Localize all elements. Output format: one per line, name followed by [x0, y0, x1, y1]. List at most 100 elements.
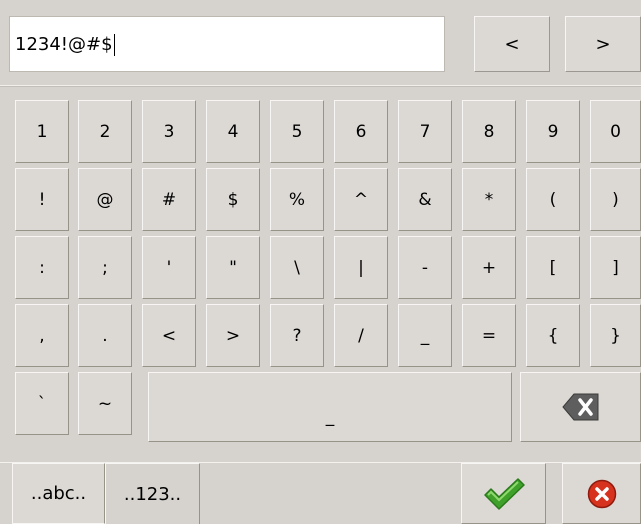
key-r3-c4[interactable]: "	[206, 236, 260, 299]
key-r1-c4[interactable]: 4	[206, 100, 260, 163]
text-input-value: 1234!@#$	[15, 34, 113, 55]
key-r3-c8[interactable]: +	[462, 236, 516, 299]
key-r4-c3[interactable]: <	[142, 304, 196, 367]
key-label: -	[421, 257, 429, 278]
key-r4-c4[interactable]: >	[206, 304, 260, 367]
key-r2-c2[interactable]: @	[78, 168, 132, 231]
cancel-icon	[587, 479, 616, 508]
key-label: #	[161, 189, 177, 210]
cancel-button[interactable]	[562, 463, 641, 524]
key-label: !	[38, 189, 46, 210]
key-label: %	[288, 189, 306, 210]
tab-123[interactable]: ..123..	[105, 463, 200, 524]
key-r3-c3[interactable]: '	[142, 236, 196, 299]
text-input[interactable]: 1234!@#$	[9, 16, 445, 72]
key-r2-c9[interactable]: (	[526, 168, 580, 231]
text-caret	[113, 34, 115, 56]
key-r2-c6[interactable]: ^	[334, 168, 388, 231]
key-r2-c4[interactable]: $	[206, 168, 260, 231]
key-label: .	[102, 325, 108, 346]
key-r2-c10[interactable]: )	[590, 168, 641, 231]
key-r4-c1[interactable]: ,	[15, 304, 69, 367]
key-label: "	[229, 257, 237, 278]
key-label: 9	[547, 121, 559, 142]
key-label: *	[484, 189, 494, 210]
key-label: &	[418, 189, 432, 210]
key-backtick[interactable]: `	[15, 372, 69, 435]
key-label: $	[227, 189, 239, 210]
key-label: 7	[419, 121, 431, 142]
backspace-key[interactable]	[520, 372, 641, 442]
key-label: '	[166, 257, 172, 278]
tab-abc[interactable]: ..abc..	[12, 463, 105, 524]
key-label: (	[549, 189, 557, 210]
key-label: 1	[36, 121, 48, 142]
key-tilde[interactable]: ~	[78, 372, 132, 435]
key-r2-c1[interactable]: !	[15, 168, 69, 231]
key-label: 3	[163, 121, 175, 142]
key-r1-c6[interactable]: 6	[334, 100, 388, 163]
cursor-right-button[interactable]: >	[565, 16, 641, 72]
key-label: _	[420, 325, 430, 346]
cursor-left-label: <	[504, 33, 520, 55]
key-label: |	[358, 257, 364, 278]
tab-abc-label: ..abc..	[30, 483, 87, 504]
key-label: ^	[353, 189, 369, 210]
key-r3-c9[interactable]: [	[526, 236, 580, 299]
key-r1-c1[interactable]: 1	[15, 100, 69, 163]
key-label: /	[358, 325, 364, 346]
key-label: 0	[610, 121, 621, 142]
key-label: @	[96, 189, 114, 210]
key-r3-c2[interactable]: ;	[78, 236, 132, 299]
key-r4-c9[interactable]: {	[526, 304, 580, 367]
key-label: =	[481, 325, 497, 346]
key-r1-c7[interactable]: 7	[398, 100, 452, 163]
key-r1-c8[interactable]: 8	[462, 100, 516, 163]
key-r4-c5[interactable]: ?	[270, 304, 324, 367]
key-label: }	[610, 325, 621, 346]
key-label: <	[161, 325, 177, 346]
key-label: [	[549, 257, 557, 278]
key-label: >	[225, 325, 241, 346]
key-r3-c1[interactable]: :	[15, 236, 69, 299]
key-label: `	[37, 393, 47, 414]
cursor-right-label: >	[595, 33, 611, 55]
key-label: ~	[97, 393, 113, 414]
key-label: 8	[483, 121, 495, 142]
key-label: ;	[102, 257, 108, 278]
key-r1-c2[interactable]: 2	[78, 100, 132, 163]
key-r2-c3[interactable]: #	[142, 168, 196, 231]
backspace-icon	[561, 393, 598, 421]
space-key-label: _	[325, 407, 335, 427]
key-r2-c8[interactable]: *	[462, 168, 516, 231]
cursor-left-button[interactable]: <	[474, 16, 550, 72]
key-label: )	[612, 189, 619, 210]
space-key[interactable]: _	[148, 372, 512, 442]
key-r4-c8[interactable]: =	[462, 304, 516, 367]
key-r1-c10[interactable]: 0	[590, 100, 641, 163]
key-label: \	[294, 257, 300, 278]
confirm-button[interactable]	[461, 463, 546, 524]
key-r3-c7[interactable]: -	[398, 236, 452, 299]
key-r2-c7[interactable]: &	[398, 168, 452, 231]
checkmark-icon	[483, 477, 525, 510]
key-label: +	[481, 257, 497, 278]
key-r2-c5[interactable]: %	[270, 168, 324, 231]
key-r4-c6[interactable]: /	[334, 304, 388, 367]
key-r3-c10[interactable]: ]	[590, 236, 641, 299]
key-r1-c5[interactable]: 5	[270, 100, 324, 163]
key-r1-c3[interactable]: 3	[142, 100, 196, 163]
key-r4-c2[interactable]: .	[78, 304, 132, 367]
key-label: {	[547, 325, 559, 346]
divider	[0, 85, 641, 87]
key-label: ,	[39, 325, 45, 346]
key-label: :	[39, 257, 45, 278]
key-r4-c7[interactable]: _	[398, 304, 452, 367]
key-label: 4	[227, 121, 239, 142]
key-r3-c6[interactable]: |	[334, 236, 388, 299]
key-r1-c9[interactable]: 9	[526, 100, 580, 163]
key-r3-c5[interactable]: \	[270, 236, 324, 299]
key-label: 5	[291, 121, 303, 142]
key-label: 6	[355, 121, 367, 142]
key-r4-c10[interactable]: }	[590, 304, 641, 367]
